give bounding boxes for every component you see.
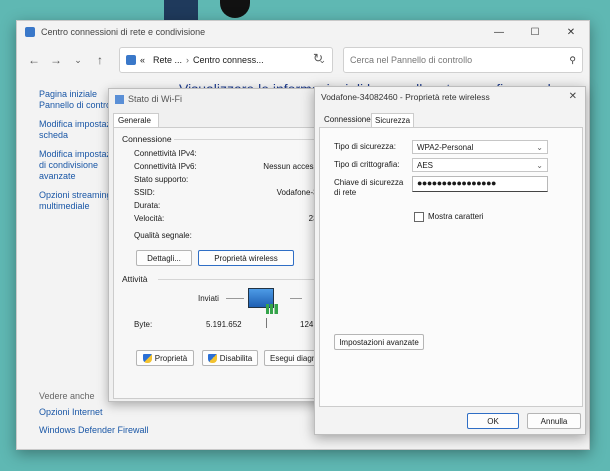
app-tile-icon[interactable]	[164, 0, 198, 20]
properties-label: Proprietà	[154, 353, 188, 363]
breadcrumb-center[interactable]: Centro conness...	[193, 55, 264, 65]
close-button[interactable]: ✕	[553, 21, 589, 43]
tab-connection[interactable]: Connessione	[321, 113, 374, 126]
security-type-select[interactable]: WPA2-Personal ⌄	[412, 140, 548, 154]
breadcrumb-network[interactable]: Rete ...	[153, 55, 182, 65]
properties-button[interactable]: Proprietà	[136, 350, 194, 366]
search-input[interactable]: Cerca nel Pannello di controllo ⚲	[343, 47, 583, 73]
show-characters-label: Mostra caratteri	[428, 212, 484, 221]
advanced-settings-button[interactable]: Impostazioni avanzate	[334, 334, 424, 350]
back-button[interactable]: ←	[23, 53, 45, 67]
bytes-label: Byte:	[134, 320, 153, 329]
wireless-properties-dialog: Vodafone-34082460 - Proprietà rete wirel…	[314, 86, 586, 435]
connection-header: Connessione	[122, 134, 172, 144]
network-center-icon	[25, 27, 35, 37]
window-title: Centro connessioni di rete e condivision…	[41, 27, 206, 37]
sent-label: Inviati	[198, 294, 219, 303]
encryption-type-label: Tipo di crittografia:	[334, 160, 400, 169]
prop-title-bar: Vodafone-34082460 - Proprietà rete wirel…	[315, 87, 585, 107]
prop-dialog-title: Vodafone-34082460 - Proprietà rete wirel…	[321, 92, 490, 102]
security-type-value: WPA2-Personal	[417, 142, 474, 152]
details-button[interactable]: Dettagli...	[136, 250, 192, 266]
control-panel-icon	[126, 55, 136, 65]
firewall-link[interactable]: Windows Defender Firewall	[39, 425, 149, 435]
encryption-type-select[interactable]: AES ⌄	[412, 158, 548, 172]
close-icon[interactable]: ✕	[569, 91, 577, 102]
wifi-general-panel: Connessione Connettività IPv4: Connettiv…	[113, 127, 325, 399]
admin-shield-icon	[207, 353, 217, 363]
wifi-status-dialog: Stato di Wi-Fi Generale Connessione Conn…	[108, 88, 328, 402]
tab-security[interactable]: Sicurezza	[371, 113, 415, 127]
see-also-label: Vedere anche	[39, 391, 95, 401]
media-state-label: Stato supporto:	[134, 175, 189, 184]
signal-quality-label: Qualità segnale:	[134, 231, 192, 240]
ipv4-label: Connettività IPv4:	[134, 149, 197, 158]
speed-label: Velocità:	[134, 214, 165, 223]
security-key-input[interactable]: ●●●●●●●●●●●●●●●●	[412, 176, 548, 192]
show-characters-checkbox[interactable]	[414, 212, 424, 222]
security-panel: Tipo di sicurezza: WPA2-Personal ⌄ Tipo …	[319, 127, 583, 407]
refresh-icon[interactable]: ↻	[313, 51, 323, 65]
ok-button[interactable]: OK	[467, 413, 519, 429]
duration-label: Durata:	[134, 201, 161, 210]
breadcrumb-overflow[interactable]: «	[140, 55, 145, 65]
disable-label: Disabilita	[219, 353, 253, 363]
signal-bars-icon	[266, 304, 278, 314]
encryption-type-value: AES	[417, 160, 434, 170]
maximize-button[interactable]: ☐	[517, 21, 553, 43]
admin-shield-icon	[142, 353, 152, 363]
wifi-dialog-title: Stato di Wi-Fi	[128, 94, 183, 104]
ssid-label: SSID:	[134, 188, 155, 197]
bytes-sent-value: 5.191.652	[206, 320, 242, 329]
activity-header: Attività	[122, 274, 148, 284]
obs-icon[interactable]	[220, 0, 250, 18]
internet-options-link[interactable]: Opzioni Internet	[39, 407, 103, 417]
chevron-down-icon: ⌄	[536, 142, 543, 152]
forward-button[interactable]: →	[45, 53, 67, 67]
search-icon: ⚲	[569, 54, 576, 65]
security-type-label: Tipo di sicurezza:	[334, 142, 396, 151]
wifi-title-bar: Stato di Wi-Fi	[109, 89, 327, 109]
cancel-button[interactable]: Annulla	[527, 413, 581, 429]
wifi-icon	[115, 94, 124, 104]
ipv6-label: Connettività IPv6:	[134, 162, 197, 171]
up-button[interactable]: ↑	[89, 53, 111, 67]
disable-button[interactable]: Disabilita	[202, 350, 258, 366]
breadcrumb-separator: ›	[186, 55, 190, 65]
address-bar[interactable]: « Rete ... › Centro conness... ⌄	[119, 47, 333, 73]
recent-dropdown[interactable]: ⌄	[67, 55, 89, 66]
chevron-down-icon: ⌄	[536, 160, 543, 170]
wireless-properties-button[interactable]: Proprietà wireless	[198, 250, 294, 266]
security-key-label: Chiave di sicurezza di rete	[334, 178, 404, 197]
tab-general[interactable]: Generale	[113, 113, 159, 127]
search-placeholder: Cerca nel Pannello di controllo	[350, 55, 473, 65]
minimize-button[interactable]: —	[481, 21, 517, 43]
